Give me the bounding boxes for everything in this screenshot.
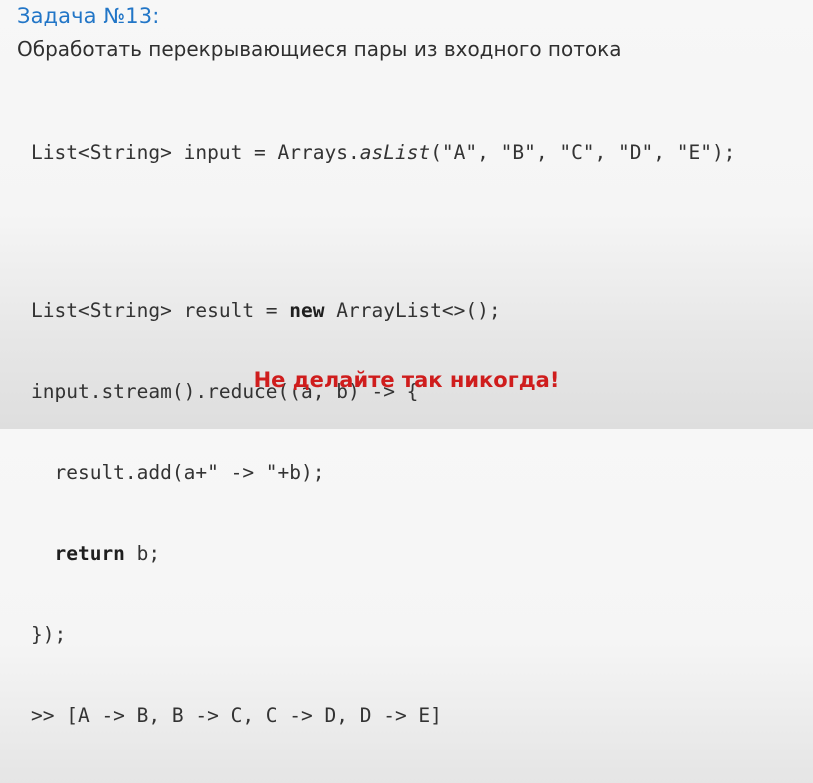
code-block: List<String> input = Arrays.asList("A", … xyxy=(31,85,735,783)
code-text: ArrayList<>(); xyxy=(324,299,501,322)
code-keyword-return: return xyxy=(54,542,125,565)
code-line-add: result.add(a+" -> "+b); xyxy=(31,461,325,484)
task-description: Обработать перекрывающиеся пары из входн… xyxy=(17,37,622,61)
code-text: List<String> input = Arrays. xyxy=(31,141,360,164)
task-title: Задача №13: xyxy=(17,4,160,28)
code-text: b; xyxy=(124,542,161,565)
code-line-result: List<String> result = new ArrayList<>(); xyxy=(31,297,735,324)
code-keyword-new: new xyxy=(289,299,325,322)
code-text: ("A", "B", "C", "D", "E"); xyxy=(430,141,736,164)
code-output: >> [A -> B, B -> C, C -> D, D -> E] xyxy=(31,704,442,727)
code-line-close: }); xyxy=(31,623,67,646)
slide: Задача №13: Обработать перекрывающиеся п… xyxy=(0,0,813,727)
code-text: List<String> result = xyxy=(31,299,290,322)
code-line-return: return b; xyxy=(31,540,735,567)
code-line-input: List<String> input = Arrays.asList("A", … xyxy=(31,139,735,166)
code-method-aslist: asList xyxy=(359,141,431,164)
warning-text: Не делайте так никогда! xyxy=(253,368,560,392)
